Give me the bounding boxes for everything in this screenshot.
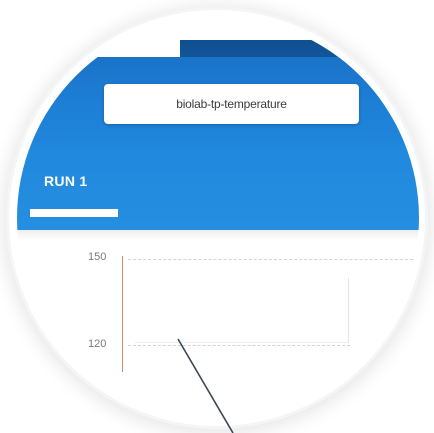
search-box[interactable]	[104, 84, 359, 124]
plot-area	[135, 278, 349, 343]
y-tick-label: 120	[88, 338, 107, 350]
magnifier-lens: RUN 1 150 120	[17, 17, 419, 419]
zoomed-app-view: RUN 1 150 120	[17, 17, 419, 419]
gridline	[128, 345, 350, 346]
y-tick-label: 150	[88, 251, 107, 263]
gridline	[128, 259, 419, 260]
panel-shadow	[17, 230, 419, 240]
active-tab-indicator	[30, 209, 118, 217]
tab-run-1[interactable]: RUN 1	[44, 173, 88, 189]
search-input[interactable]	[119, 96, 344, 112]
y-axis-line	[122, 256, 123, 372]
